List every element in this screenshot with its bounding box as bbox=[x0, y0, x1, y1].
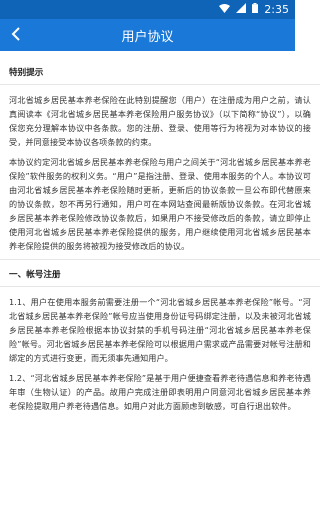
page-title: 用户协议 bbox=[121, 29, 174, 45]
agreement-content[interactable]: 特别提示 河北省城乡居民基本养老保险在此特别提醒您（用户）在注册成为用户之前，请… bbox=[0, 51, 320, 525]
paragraph-scope: 本协议约定河北省城乡居民基本养老保险与用户之间关于“河北省城乡居民基本养老保险”… bbox=[9, 157, 311, 251]
status-time: 2:35 bbox=[264, 3, 289, 16]
paragraph-1-2: 1.2、“河北省城乡居民基本养老保险”是基于用户便捷查看养老待遇信息和养老待遇年… bbox=[9, 373, 311, 411]
section-heading-account: 一、帐号注册 bbox=[9, 270, 61, 280]
wifi-icon bbox=[219, 3, 231, 16]
divider bbox=[0, 286, 320, 287]
paragraph-1-1: 1.1、用户在使用本服务前需要注册一个“河北省城乡居民基本养老保险”帐号。“河北… bbox=[9, 297, 311, 363]
signal-icon bbox=[236, 3, 247, 16]
back-button[interactable] bbox=[6, 25, 26, 45]
divider bbox=[0, 259, 320, 260]
notice-heading: 特别提示 bbox=[9, 68, 44, 78]
paragraph-notice: 河北省城乡居民基本养老保险在此特别提醒您（用户）在注册成为用户之前，请认真阅读本… bbox=[9, 95, 311, 147]
app-bar: 用户协议 bbox=[0, 19, 295, 51]
battery-icon bbox=[252, 3, 259, 16]
status-bar: 2:35 bbox=[0, 0, 295, 19]
divider bbox=[0, 84, 320, 85]
chevron-left-icon bbox=[11, 26, 21, 45]
